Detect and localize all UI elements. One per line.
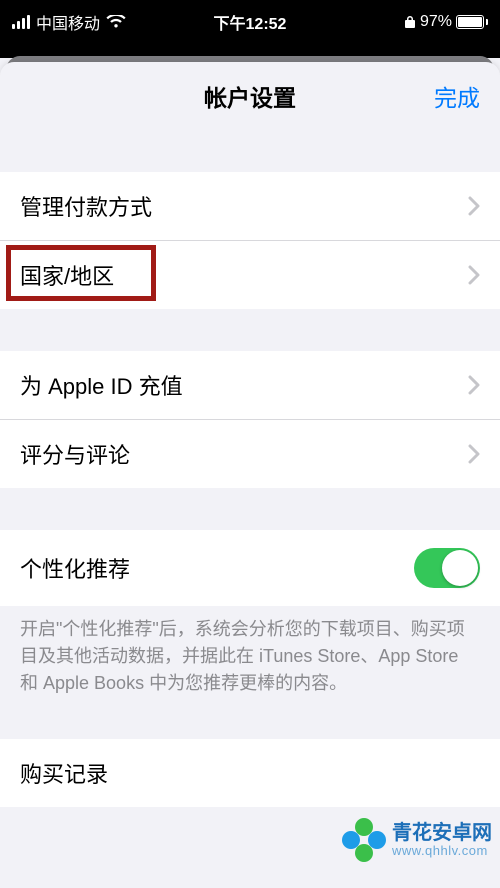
page-title: 帐户设置 xyxy=(204,79,296,113)
lock-icon xyxy=(404,15,416,29)
personalized-description: 开启"个性化推荐"后，系统会分析您的下载项目、购买项目及其他活动数据，并据此在 … xyxy=(0,606,500,697)
nav-bar: 帐户设置 完成 xyxy=(0,62,500,130)
watermark: 青花安卓网 www.qhhlv.com xyxy=(342,818,492,862)
row-purchase-history[interactable]: 购买记录 xyxy=(0,739,500,807)
signal-icon xyxy=(12,15,30,29)
row-label: 国家/地区 xyxy=(20,259,468,291)
row-label: 购买记录 xyxy=(20,757,480,789)
row-ratings-reviews[interactable]: 评分与评论 xyxy=(0,420,500,488)
row-apple-id-topup[interactable]: 为 Apple ID 充值 xyxy=(0,351,500,420)
chevron-right-icon xyxy=(468,444,480,464)
watermark-logo-icon xyxy=(342,818,386,862)
row-country-region[interactable]: 国家/地区 xyxy=(0,241,500,309)
row-label: 个性化推荐 xyxy=(20,552,414,584)
wifi-icon xyxy=(106,15,126,29)
row-personalized-recommendations: 个性化推荐 xyxy=(0,530,500,606)
battery-icon xyxy=(456,15,488,29)
row-label: 为 Apple ID 充值 xyxy=(20,369,468,401)
status-bar: 中国移动 下午12:52 97% xyxy=(0,0,500,44)
chevron-right-icon xyxy=(468,375,480,395)
done-button[interactable]: 完成 xyxy=(434,79,480,113)
chevron-right-icon xyxy=(468,265,480,285)
battery-percent: 97% xyxy=(420,13,452,31)
personalized-toggle[interactable] xyxy=(414,548,480,588)
status-time: 下午12:52 xyxy=(214,10,287,34)
settings-sheet: 帐户设置 完成 管理付款方式 国家/地区 为 Apple ID 充值 评分与评论… xyxy=(0,62,500,888)
watermark-url: www.qhhlv.com xyxy=(392,844,492,858)
watermark-title: 青花安卓网 xyxy=(392,822,492,844)
row-manage-payment[interactable]: 管理付款方式 xyxy=(0,172,500,241)
carrier-label: 中国移动 xyxy=(36,10,100,34)
row-label: 管理付款方式 xyxy=(20,190,468,222)
chevron-right-icon xyxy=(468,196,480,216)
row-label: 评分与评论 xyxy=(20,438,468,470)
